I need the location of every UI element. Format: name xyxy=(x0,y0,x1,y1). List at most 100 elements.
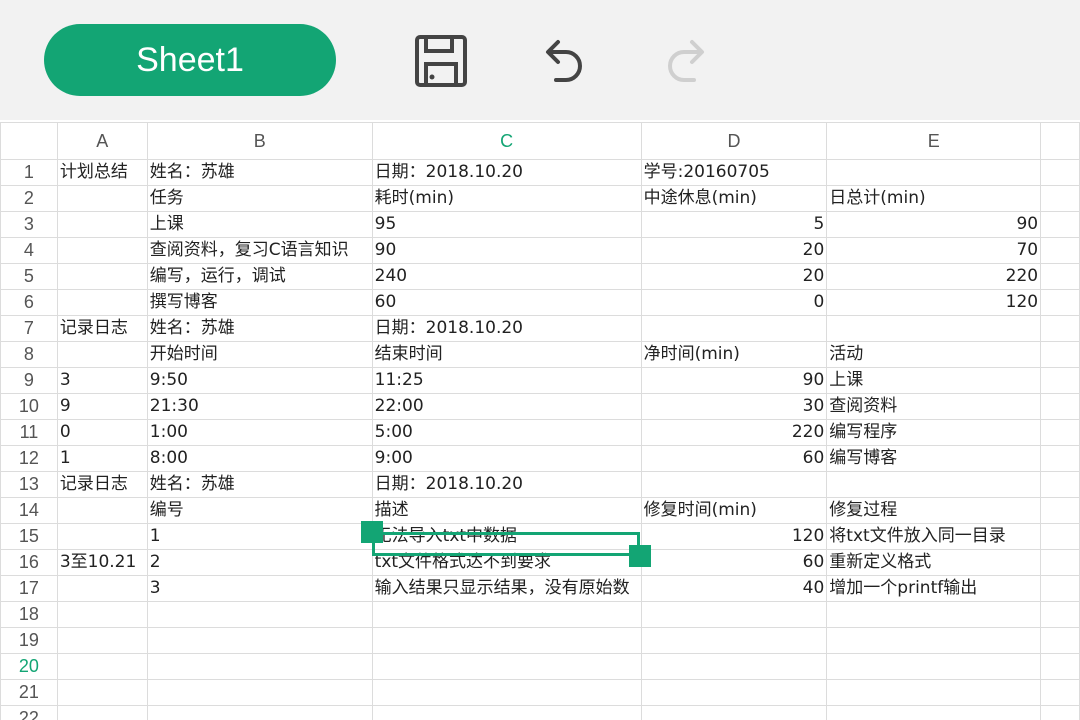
column-header-extra[interactable] xyxy=(1040,122,1080,160)
cell-d20[interactable] xyxy=(640,653,828,680)
cell-extra[interactable] xyxy=(1040,627,1080,654)
column-header-a[interactable]: A xyxy=(56,122,148,160)
cell-b1[interactable]: 姓名：苏雄 xyxy=(146,159,373,186)
cell-e5[interactable]: 220 xyxy=(826,263,1042,290)
cell-e18[interactable] xyxy=(826,601,1042,628)
cell-b2[interactable]: 任务 xyxy=(146,185,373,212)
cell-extra[interactable] xyxy=(1040,601,1080,628)
cell-extra[interactable] xyxy=(1040,575,1080,602)
cell-e16[interactable]: 重新定义格式 xyxy=(826,549,1042,576)
row-header[interactable]: 13 xyxy=(0,471,58,498)
cell-d4[interactable]: 20 xyxy=(640,237,828,264)
cell-b6[interactable]: 撰写博客 xyxy=(146,289,373,316)
cell-c19[interactable] xyxy=(371,627,642,654)
row-header[interactable]: 11 xyxy=(0,419,58,446)
cell-b3[interactable]: 上课 xyxy=(146,211,373,238)
column-header-c[interactable]: C xyxy=(371,122,642,160)
cell-e8[interactable]: 活动 xyxy=(826,341,1042,368)
cell-c2[interactable]: 耗时(min) xyxy=(371,185,642,212)
cell-extra[interactable] xyxy=(1040,315,1080,342)
cell-extra[interactable] xyxy=(1040,679,1080,706)
cell-d2[interactable]: 中途休息(min) xyxy=(640,185,828,212)
cell-e9[interactable]: 上课 xyxy=(826,367,1042,394)
cell-d6[interactable]: 0 xyxy=(640,289,828,316)
cell-a14[interactable] xyxy=(56,497,148,524)
cell-c17[interactable]: 输入结果只显示结果，没有原始数 xyxy=(371,575,642,602)
cell-a20[interactable] xyxy=(56,653,148,680)
column-header-d[interactable]: D xyxy=(640,122,828,160)
cell-extra[interactable] xyxy=(1040,549,1080,576)
row-header[interactable]: 2 xyxy=(0,185,58,212)
cell-extra[interactable] xyxy=(1040,185,1080,212)
cell-d21[interactable] xyxy=(640,679,828,706)
cell-a22[interactable] xyxy=(56,705,148,720)
cell-e7[interactable] xyxy=(826,315,1042,342)
cell-e1[interactable] xyxy=(826,159,1042,186)
cell-c8[interactable]: 结束时间 xyxy=(371,341,642,368)
row-header[interactable]: 10 xyxy=(0,393,58,420)
cell-a16[interactable]: 3至10.21 xyxy=(56,549,148,576)
cell-b8[interactable]: 开始时间 xyxy=(146,341,373,368)
cell-d12[interactable]: 60 xyxy=(640,445,828,472)
cell-a7[interactable]: 记录日志 xyxy=(56,315,148,342)
cell-d22[interactable] xyxy=(640,705,828,720)
cell-a21[interactable] xyxy=(56,679,148,706)
cell-extra[interactable] xyxy=(1040,263,1080,290)
cell-c10[interactable]: 22:00 xyxy=(371,393,642,420)
cell-d3[interactable]: 5 xyxy=(640,211,828,238)
cell-e2[interactable]: 日总计(min) xyxy=(826,185,1042,212)
row-header[interactable]: 5 xyxy=(0,263,58,290)
cell-e20[interactable] xyxy=(826,653,1042,680)
row-header[interactable]: 14 xyxy=(0,497,58,524)
cell-b17[interactable]: 3 xyxy=(146,575,373,602)
cell-extra[interactable] xyxy=(1040,211,1080,238)
cell-c9[interactable]: 11:25 xyxy=(371,367,642,394)
cell-d13[interactable] xyxy=(640,471,828,498)
cell-a8[interactable] xyxy=(56,341,148,368)
cell-b19[interactable] xyxy=(146,627,373,654)
cell-a4[interactable] xyxy=(56,237,148,264)
save-button[interactable] xyxy=(414,34,468,88)
row-header[interactable]: 17 xyxy=(0,575,58,602)
cell-c13[interactable]: 日期：2018.10.20 xyxy=(371,471,642,498)
row-header[interactable]: 6 xyxy=(0,289,58,316)
row-header[interactable]: 22 xyxy=(0,705,58,720)
column-header-b[interactable]: B xyxy=(146,122,373,160)
cell-e11[interactable]: 编写程序 xyxy=(826,419,1042,446)
cell-b12[interactable]: 8:00 xyxy=(146,445,373,472)
cell-a17[interactable] xyxy=(56,575,148,602)
cell-extra[interactable] xyxy=(1040,341,1080,368)
cell-a12[interactable]: 1 xyxy=(56,445,148,472)
row-header[interactable]: 4 xyxy=(0,237,58,264)
cell-d1[interactable]: 学号:20160705 xyxy=(640,159,828,186)
cell-d5[interactable]: 20 xyxy=(640,263,828,290)
sheet-tab[interactable]: Sheet1 xyxy=(44,24,336,96)
cell-b15[interactable]: 1 xyxy=(146,523,373,550)
cell-d15[interactable]: 120 xyxy=(640,523,828,550)
row-header[interactable]: 3 xyxy=(0,211,58,238)
cell-c4[interactable]: 90 xyxy=(371,237,642,264)
cell-c14[interactable]: 描述 xyxy=(371,497,642,524)
cell-e15[interactable]: 将txt文件放入同一目录 xyxy=(826,523,1042,550)
cell-b13[interactable]: 姓名：苏雄 xyxy=(146,471,373,498)
selection-handle-top-left[interactable] xyxy=(361,521,383,543)
cell-extra[interactable] xyxy=(1040,419,1080,446)
selection-handle-bottom-right[interactable] xyxy=(629,545,651,567)
cell-a5[interactable] xyxy=(56,263,148,290)
cell-b11[interactable]: 1:00 xyxy=(146,419,373,446)
cell-a15[interactable] xyxy=(56,523,148,550)
cell-d18[interactable] xyxy=(640,601,828,628)
spreadsheet-grid[interactable]: ABCDE 1 计划总结 姓名：苏雄 日期：2018.10.20 学号:20160705… xyxy=(0,122,1080,720)
cell-c7[interactable]: 日期：2018.10.20 xyxy=(371,315,642,342)
cell-c1[interactable]: 日期：2018.10.20 xyxy=(371,159,642,186)
cell-d19[interactable] xyxy=(640,627,828,654)
row-header[interactable]: 16 xyxy=(0,549,58,576)
cell-d16[interactable]: 60 xyxy=(640,549,828,576)
row-header[interactable]: 21 xyxy=(0,679,58,706)
cell-d8[interactable]: 净时间(min) xyxy=(640,341,828,368)
cell-c6[interactable]: 60 xyxy=(371,289,642,316)
cell-e3[interactable]: 90 xyxy=(826,211,1042,238)
cell-c20[interactable] xyxy=(371,653,642,680)
row-header[interactable]: 8 xyxy=(0,341,58,368)
cell-e17[interactable]: 增加一个printf输出 xyxy=(826,575,1042,602)
